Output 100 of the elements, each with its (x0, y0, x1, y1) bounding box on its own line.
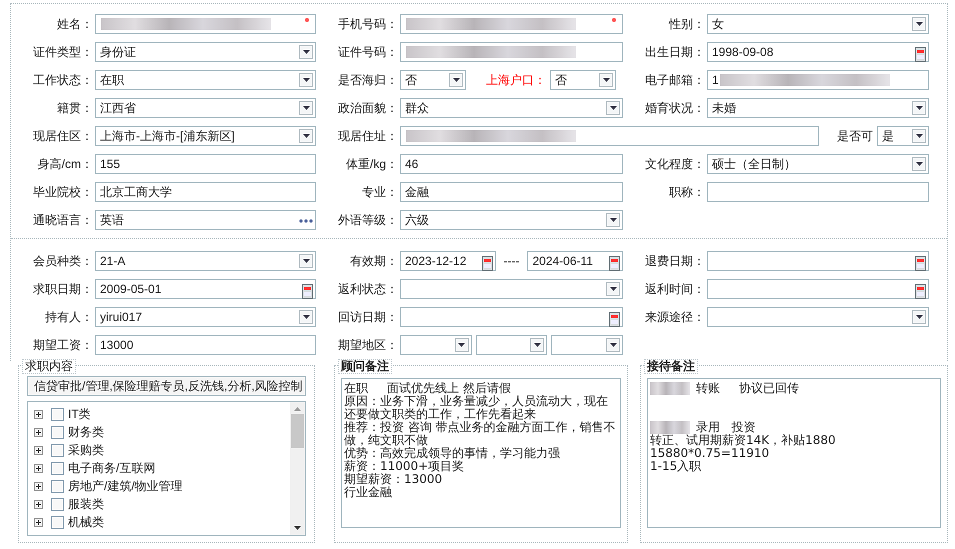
selected-jobs-field[interactable]: 信贷审批/管理,保险理赔专员,反洗钱,分析,风险控制 (27, 376, 306, 396)
expand-icon[interactable] (34, 518, 43, 526)
note-line: 优势：高效完成领导的事情，学习能力强 (344, 447, 561, 460)
tree-item[interactable]: 机械类 (68, 513, 104, 531)
notes-field[interactable]: 转账 协议已回传 录用 投资 转正、试用期薪资14K，补贴1880 15880*0.75=11910 1-15入职 (647, 378, 941, 528)
field-label: 期望地区： (337, 337, 399, 354)
date-field[interactable]: 2024-06-11 (527, 251, 623, 271)
field-label: 工作状态： (32, 72, 94, 89)
dropdown-field[interactable]: 群众 (400, 98, 623, 118)
dropdown-field[interactable]: 江西省 (95, 98, 316, 118)
field-label: 性别： (668, 16, 706, 33)
panel-legend: 顾问备注 (338, 359, 392, 374)
dropdown-field[interactable]: yirui017 (95, 307, 316, 327)
field-label: 通晓语言： (32, 212, 94, 229)
calendar-icon[interactable] (915, 44, 926, 60)
date-field[interactable]: 1998-09-08 (707, 42, 929, 62)
field-label: 手机号码： (337, 16, 399, 33)
expand-icon[interactable] (34, 464, 43, 472)
tree-item[interactable]: 财务类 (68, 423, 104, 441)
field-label: 是否海归： (337, 72, 399, 89)
field-label: 出生日期： (644, 44, 706, 61)
note-line: 期望薪资：13000 (344, 473, 444, 486)
tree-item[interactable]: 采购类 (68, 441, 104, 459)
dropdown-field[interactable]: 在职 (95, 70, 316, 90)
date-field[interactable] (400, 307, 623, 327)
note-line: 行业金融 (344, 486, 393, 499)
checkbox[interactable] (51, 498, 64, 510)
checkbox[interactable] (51, 426, 64, 438)
field-label: 回访日期： (337, 309, 399, 326)
dropdown-field[interactable]: 未婚 (707, 98, 929, 118)
checkbox[interactable] (51, 444, 64, 456)
text-field[interactable] (707, 182, 929, 202)
calendar-icon[interactable] (915, 254, 926, 268)
field-label: 现居住区： (32, 128, 94, 145)
checkbox[interactable] (51, 516, 64, 528)
date-field[interactable]: 2023-12-12 (400, 251, 496, 271)
expand-icon[interactable] (34, 500, 43, 508)
picker-field[interactable]: 英语 (95, 210, 316, 230)
field-label: 电子邮箱： (644, 72, 706, 89)
dropdown-field[interactable]: 硕士（全日制） (707, 154, 929, 174)
calendar-icon[interactable] (915, 282, 926, 296)
note-line: 薪资：11000+项目奖 (344, 460, 466, 473)
dropdown-field[interactable]: 女 (707, 14, 929, 34)
scroll-down-icon[interactable] (294, 526, 301, 530)
field-label: 婚育状况： (644, 100, 706, 117)
text-field[interactable]: 金融 (400, 182, 623, 202)
expand-icon[interactable] (34, 482, 43, 490)
field-label: 体重/kg： (344, 156, 399, 173)
date-field[interactable] (707, 251, 929, 271)
text-field[interactable] (400, 14, 623, 34)
expand-icon[interactable] (34, 428, 43, 436)
text-field[interactable]: 1 (707, 70, 929, 90)
dropdown-field[interactable] (400, 279, 623, 299)
expand-icon[interactable] (34, 410, 43, 418)
calendar-icon[interactable] (482, 254, 492, 268)
scrollbar[interactable] (290, 402, 305, 535)
dropdown-field[interactable]: 是 (877, 126, 929, 146)
calendar-icon[interactable] (609, 310, 620, 324)
text-field[interactable]: 46 (400, 154, 623, 174)
dropdown-field[interactable] (476, 335, 548, 355)
field-label: 政治面貌： (337, 100, 399, 117)
scroll-up-icon[interactable] (294, 407, 301, 411)
field-label: 文化程度： (644, 156, 706, 173)
tree-item[interactable]: 服装类 (68, 495, 104, 513)
note-line: 录用 投资 (696, 421, 756, 434)
date-field[interactable] (707, 279, 929, 299)
note-line: 在职 面试优先线上 然后请假 (344, 382, 512, 395)
calendar-icon[interactable] (608, 254, 620, 268)
field-label: 外语等级： (337, 212, 399, 229)
text-field[interactable]: 13000 (95, 335, 316, 355)
text-field[interactable]: 北京工商大学 (95, 182, 316, 202)
dropdown-field[interactable]: 21-A (95, 251, 316, 271)
dropdown-field[interactable]: 六级 (400, 210, 623, 230)
checkbox[interactable] (51, 408, 64, 420)
note-line: 原因：业务下滑，业务量减少，人员流动大，现在还要做文职类的工作，工作先看起来 (344, 395, 609, 421)
dropdown-field[interactable]: 上海市-上海市-[浦东新区] (95, 126, 316, 146)
tree-item[interactable]: IT类 (68, 405, 91, 423)
text-field[interactable] (95, 14, 316, 34)
tree-item[interactable]: 电子商务/互联网 (68, 459, 156, 477)
dropdown-field[interactable] (551, 335, 624, 355)
note-line: 转正、试用期薪资14K，补贴1880 (650, 434, 837, 447)
dropdown-field[interactable] (707, 307, 929, 327)
dropdown-field[interactable]: 身份证 (95, 42, 316, 62)
scrollbar-thumb[interactable] (291, 414, 304, 448)
dropdown-field[interactable]: 否 (550, 70, 616, 90)
checkbox[interactable] (51, 462, 64, 474)
calendar-icon[interactable] (302, 282, 313, 296)
text-field[interactable] (400, 42, 623, 62)
text-field[interactable] (400, 126, 819, 146)
expand-icon[interactable] (34, 446, 43, 454)
dropdown-field[interactable]: 否 (400, 70, 466, 90)
dropdown-field[interactable] (400, 335, 472, 355)
date-field[interactable]: 2009-05-01 (95, 279, 316, 299)
text-field[interactable]: 155 (95, 154, 316, 174)
field-label: 籍贯： (56, 100, 94, 117)
field-label: 上海户口： (485, 72, 546, 89)
checkbox[interactable] (51, 480, 64, 492)
field-label: 期望工资： (32, 337, 94, 354)
tree-item[interactable]: 房地产/建筑/物业管理 (68, 477, 183, 495)
notes-field[interactable]: 在职 面试优先线上 然后请假 原因：业务下滑，业务量减少，人员流动大，现在还要做文职类的工作，工作先看起来 推荐：投资 咨询 带点业务的金融方面工作，销售不做，纯文职不做 优势：高效完成领导的事情，学习能力强 薪资：11000+项目奖 期望薪资：13000 行业金融 (341, 378, 621, 528)
